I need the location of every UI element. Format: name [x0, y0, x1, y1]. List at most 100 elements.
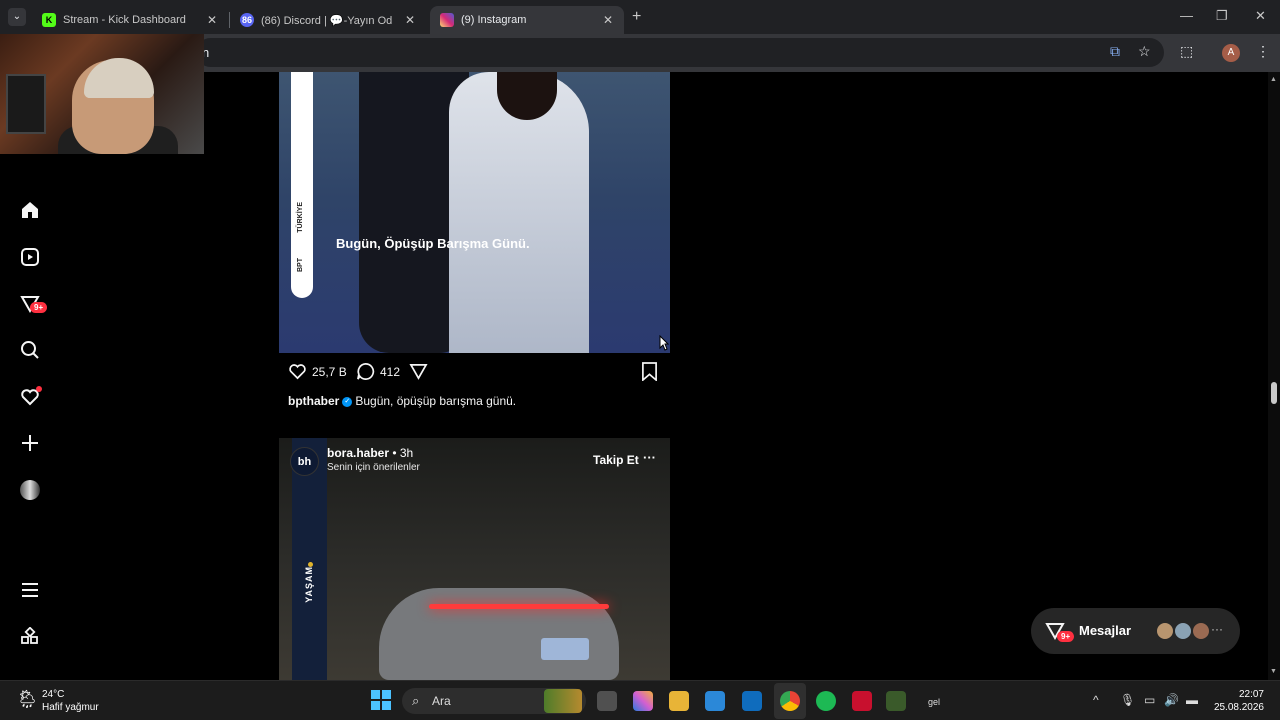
save-button[interactable]: [641, 362, 658, 381]
new-tab-button[interactable]: +: [632, 8, 641, 26]
spotify-icon[interactable]: [816, 691, 836, 711]
tab-title: Stream - Kick Dashboard: [63, 14, 186, 26]
weather-description: Hafif yağmur: [42, 702, 99, 713]
network-icon[interactable]: ▭: [1144, 693, 1155, 707]
instagram-icon: [440, 13, 454, 27]
minimize-icon[interactable]: —: [1180, 8, 1193, 23]
notification-dot: [36, 386, 42, 392]
scroll-up-icon[interactable]: ▲: [1270, 76, 1277, 83]
comment-button[interactable]: 412: [356, 362, 400, 381]
share-button[interactable]: [409, 362, 428, 381]
task-view-icon[interactable]: [597, 691, 617, 711]
close-tab-icon[interactable]: ✕: [402, 13, 418, 27]
comment-count: 412: [380, 364, 401, 379]
avatar: [1191, 621, 1211, 641]
microphone-icon[interactable]: 🎙: [1120, 693, 1135, 707]
messages-bubble[interactable]: 9+ Mesajlar ···: [1031, 608, 1240, 654]
chrome-icon: [780, 691, 800, 711]
close-window-icon[interactable]: ✕: [1255, 8, 1266, 24]
temperature: 24°C: [42, 689, 65, 700]
start-button[interactable]: [371, 690, 391, 710]
close-tab-icon[interactable]: ✕: [600, 13, 616, 27]
post-actions: 25,7 B 412: [279, 362, 670, 384]
tab-title: (9) Instagram: [461, 14, 527, 26]
post-image[interactable]: TÜRKİYE BPT Bugün, Öpüşüp Barışma Günü.: [279, 72, 670, 353]
comment-icon: [357, 363, 375, 380]
system-clock[interactable]: 22:07 25.08.2026: [1208, 688, 1264, 714]
weather-icon: 🌦: [16, 689, 39, 709]
video-car-taillight: [429, 604, 609, 609]
avatar: [1173, 621, 1193, 641]
messages-badge: 9+: [30, 302, 48, 313]
tab-discord[interactable]: 86 (86) Discord | 💬-Yayın Od ✕: [230, 6, 426, 34]
restore-icon[interactable]: ❐: [1216, 8, 1228, 24]
webcam-background-monitor: [6, 74, 46, 134]
profile-avatar[interactable]: A: [1222, 44, 1240, 62]
post-header: bora.haber • 3h: [327, 446, 413, 460]
bookmark-star-icon[interactable]: ☆: [1138, 43, 1151, 60]
tab-kick-dashboard[interactable]: K Stream - Kick Dashboard ✕: [32, 6, 228, 34]
battery-icon[interactable]: ▬: [1186, 693, 1198, 707]
brand-country-label: TÜRKİYE: [297, 202, 304, 233]
search-placeholder: Ara: [432, 694, 451, 708]
messages-icon[interactable]: 9+: [18, 292, 48, 316]
mouse-cursor-icon: [659, 335, 669, 351]
search-icon: ⌕: [412, 693, 420, 708]
install-app-icon[interactable]: ⧉: [1110, 43, 1120, 60]
verified-badge-icon: ✓: [342, 396, 353, 407]
store-icon[interactable]: [705, 691, 725, 711]
suggested-label: Senin için önerilenler: [327, 462, 420, 473]
app-icon[interactable]: [886, 691, 906, 711]
like-button[interactable]: 25,7 B: [288, 362, 347, 381]
scroll-thumb[interactable]: [1271, 382, 1277, 404]
address-bar[interactable]: n: [196, 38, 1164, 67]
instagram-sidebar: 9+: [0, 72, 60, 680]
post-caption: bpthaber ✓ Bugün, öpüşüp barışma günü.: [288, 394, 516, 408]
mail-icon[interactable]: [742, 691, 762, 711]
video-car-plate: [541, 638, 589, 660]
extensions-icon[interactable]: ⬚: [1180, 43, 1193, 60]
post-username[interactable]: bpthaber: [288, 394, 339, 408]
follow-button[interactable]: Takip Et: [593, 453, 639, 467]
show-hidden-icons[interactable]: ^: [1093, 693, 1099, 707]
heart-icon: [289, 364, 306, 380]
close-tab-icon[interactable]: ✕: [204, 13, 220, 27]
messages-label: Mesajlar: [1079, 623, 1132, 638]
post-username[interactable]: bora.haber: [327, 446, 389, 460]
browser-tab-strip: ⌄ K Stream - Kick Dashboard ✕ 86 (86) Di…: [0, 0, 1280, 34]
tab-search-button[interactable]: ⌄: [8, 8, 26, 26]
avatar: [1155, 621, 1175, 641]
more-options-icon[interactable]: ···: [643, 450, 656, 465]
copilot-icon[interactable]: [633, 691, 653, 711]
home-icon[interactable]: [18, 198, 42, 222]
messages-count-badge: 9+: [1057, 631, 1075, 642]
notifications-icon[interactable]: [18, 385, 42, 409]
app-icon[interactable]: [852, 691, 872, 711]
create-icon[interactable]: [18, 431, 42, 455]
category-tag: YAŞAM: [304, 566, 314, 603]
webcam-overlay: [0, 34, 204, 154]
windows-taskbar: 🌦 24°C Hafif yağmur ⌕ Ara gel ^ 🎙 ▭ 🔊 ▬ …: [0, 680, 1280, 720]
volume-icon[interactable]: 🔊: [1164, 693, 1179, 707]
chrome-taskbar-active[interactable]: [774, 683, 806, 719]
caption-text: Bugün, öpüşüp barışma günü.: [355, 394, 517, 408]
instagram-feed: TÜRKİYE BPT Bugün, Öpüşüp Barışma Günü. …: [279, 72, 670, 680]
clock-date: 25.08.2026: [1213, 702, 1264, 713]
widgets-icon[interactable]: [544, 689, 582, 713]
scroll-down-icon[interactable]: ▼: [1270, 668, 1277, 675]
apps-icon[interactable]: [18, 625, 42, 649]
menu-icon[interactable]: [18, 578, 42, 602]
post-avatar[interactable]: bh: [290, 447, 319, 476]
like-count: 25,7 B: [312, 364, 347, 379]
post-video[interactable]: YAŞAM bh bora.haber • 3h Senin için öner…: [279, 438, 670, 680]
tab-instagram[interactable]: (9) Instagram ✕: [430, 6, 624, 34]
weather-widget[interactable]: 24°C Hafif yağmur: [42, 688, 99, 714]
brand-logo-text: BPT: [297, 258, 304, 272]
tab-title: (86) Discord | 💬-Yayın Od: [261, 14, 393, 27]
search-icon[interactable]: [18, 338, 42, 362]
reels-icon[interactable]: [18, 245, 42, 269]
profile-icon[interactable]: [18, 478, 42, 502]
page-scrollbar[interactable]: ▲ ▼: [1268, 72, 1280, 680]
file-explorer-icon[interactable]: [669, 691, 689, 711]
chrome-menu-icon[interactable]: ⋮: [1256, 43, 1270, 60]
